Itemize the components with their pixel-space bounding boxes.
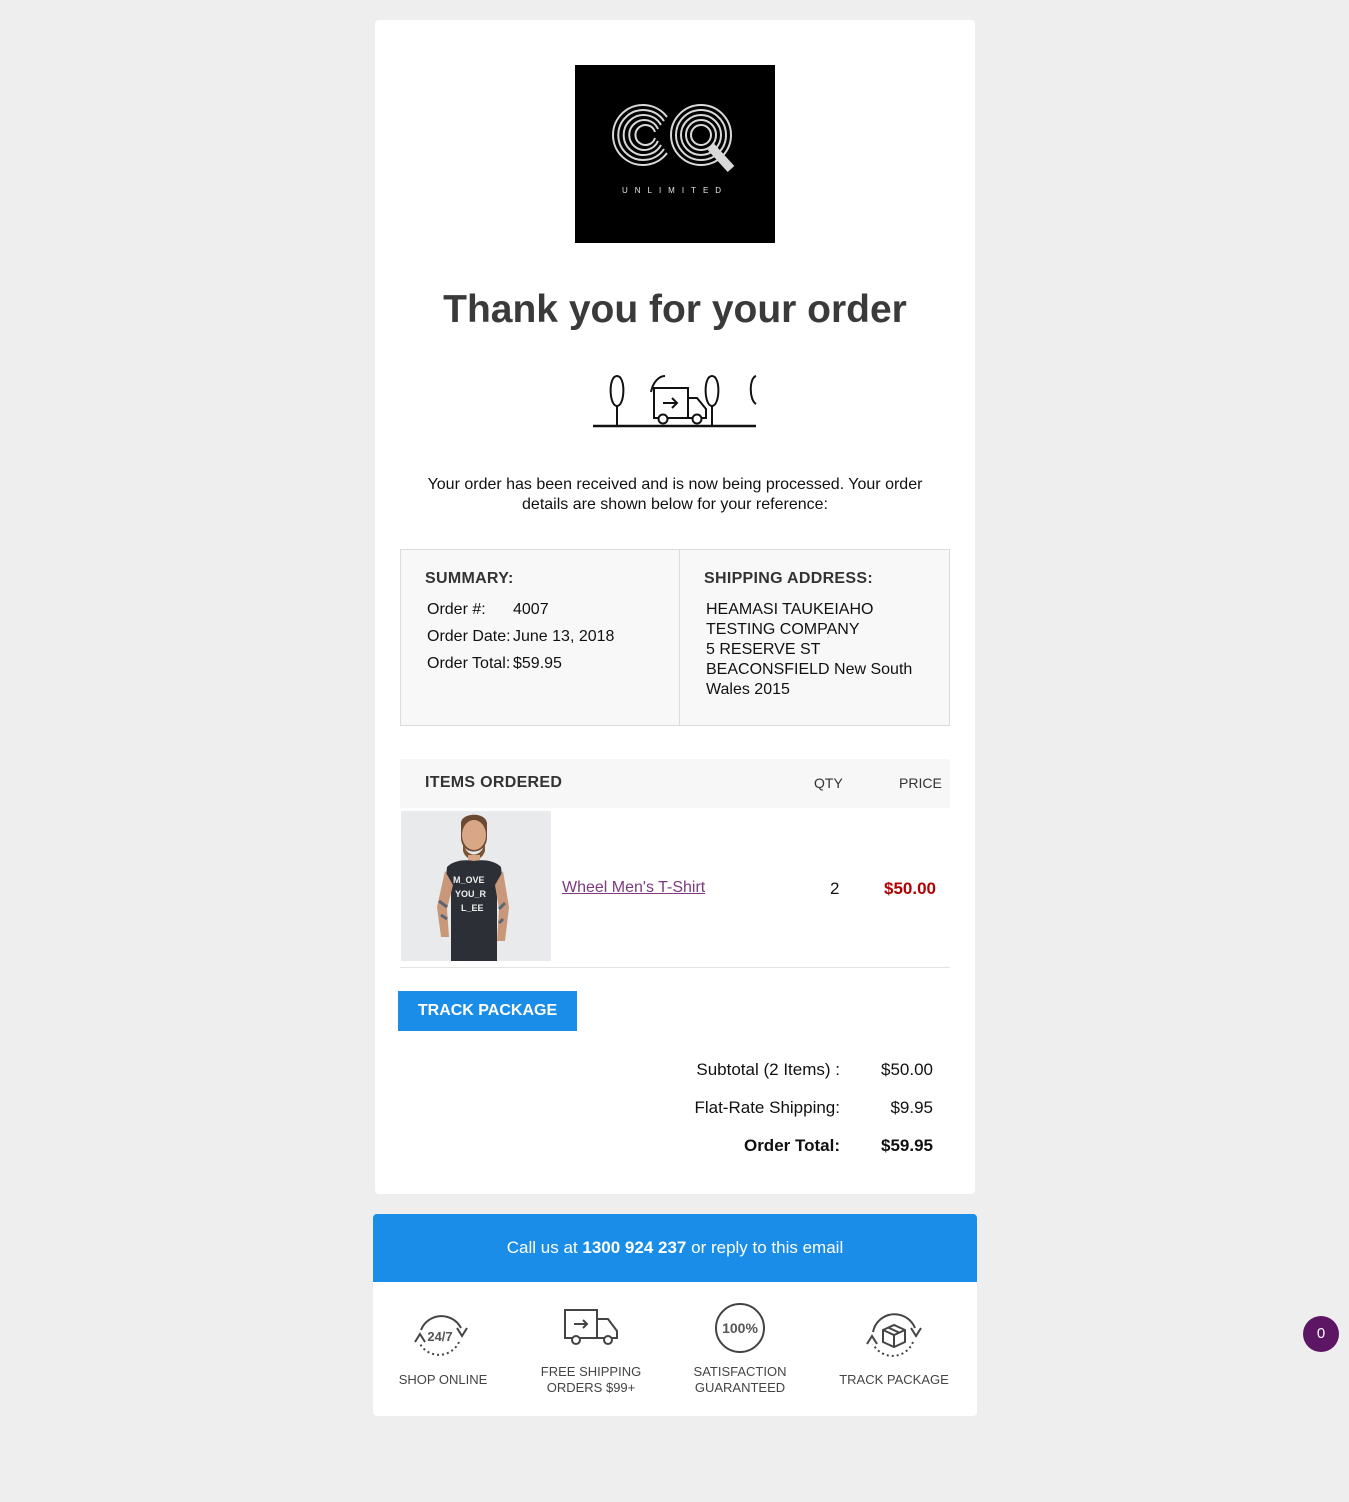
feature-label: GUARANTEED [694,1380,786,1395]
feature-label: FREE SHIPPING [540,1364,642,1379]
subtotal-label: Subtotal (2 Items) : [696,1060,840,1079]
shirt-print-line: YOU_R [455,889,487,899]
logo-wordmark: UNLIMITED [621,186,729,195]
summary-order-total: Order Total: $59.95 [427,655,562,673]
100-percent-icon: 100% [715,1303,765,1353]
page-title: Thank you for your order [443,288,907,331]
order-date-value: June 13, 2018 [513,628,615,645]
shipping-cost-value: $9.95 [890,1098,933,1117]
product-image[interactable]: M_OVE YOU_R L_EE [401,811,551,961]
order-total-value: $59.95 [513,655,562,672]
product-price: $50.00 [884,879,936,898]
shirt-print-line: L_EE [461,903,484,913]
shipping-cost-label: Flat-Rate Shipping: [694,1098,840,1117]
order-number-value: 4007 [513,601,549,618]
brand-logo: UNLIMITED [575,65,775,243]
address-line: TESTING COMPANY [706,621,860,638]
contact-suffix: or reply to this email [691,1238,844,1257]
items-heading: ITEMS ORDERED [425,774,563,791]
delivery-truck-illustration-icon [593,374,757,428]
address-line: Wales 2015 [706,681,790,698]
shirt-print-line: M_OVE [453,875,485,885]
24-7-icon: 24/7 [414,1315,468,1356]
product-quantity: 2 [830,879,840,898]
items-table-header: ITEMS ORDERED QTY PRICE [400,759,950,808]
contact-prefix: Call us at [506,1238,578,1257]
summary-order-date: Order Date: June 13, 2018 [427,628,614,646]
order-total-label: Order Total: [427,655,511,672]
summary-order-number: Order #: 4007 [427,601,549,619]
product-name-link[interactable]: Wheel Men's T-Shirt [562,879,705,897]
grand-total-value: $59.95 [881,1136,933,1155]
address-line: 5 RESERVE ST [706,641,821,658]
summary-heading: SUMMARY: [425,570,514,587]
order-date-label: Order Date: [427,628,511,645]
feature-label: SATISFACTION [693,1364,787,1379]
price-column-header: PRICE [899,775,942,791]
shipping-heading: SHIPPING ADDRESS: [704,570,873,587]
delivery-truck-icon [564,1309,618,1345]
row-divider [400,967,950,968]
contact-bar: Call us at 1300 924 237 or reply to this… [373,1214,977,1282]
order-info-box: SUMMARY: Order #: 4007 Order Date: June 13… [400,549,950,726]
feature-label: ORDERS $99+ [546,1380,636,1395]
feature-label: TRACK PACKAGE [839,1372,949,1387]
cq-monogram-icon [612,104,735,173]
grand-total-label: Order Total: [743,1136,840,1155]
feature-label: SHOP ONLINE [398,1372,488,1387]
package-cycle-icon [866,1313,922,1357]
address-line: HEAMASI TAUKEIAHO [706,601,874,618]
contact-phone[interactable]: 1300 924 237 [582,1238,686,1257]
features-strip: 24/7 SHOP ONLINE FREE SHIPPING ORDERS $9… [373,1282,977,1416]
order-number-label: Order #: [427,601,486,618]
subtotal-value: $50.00 [881,1060,933,1079]
info-divider [679,550,680,725]
qty-column-header: QTY [814,775,843,791]
icon-caption: 100% [722,1320,758,1336]
shipping-address: HEAMASI TAUKEIAHO TESTING COMPANY 5 RESE… [706,600,936,700]
icon-caption: 24/7 [427,1329,452,1344]
product-photo-model: M_OVE YOU_R L_EE [401,811,551,961]
address-line: BEACONSFIELD New South [706,661,913,678]
track-package-button[interactable]: TRACK PACKAGE [398,991,577,1031]
order-confirmation-card: UNLIMITED Thank you for your order Your … [375,20,975,1194]
intro-text: Your order has been received and is now … [427,476,923,513]
notification-badge[interactable]: 0 [1303,1316,1339,1352]
